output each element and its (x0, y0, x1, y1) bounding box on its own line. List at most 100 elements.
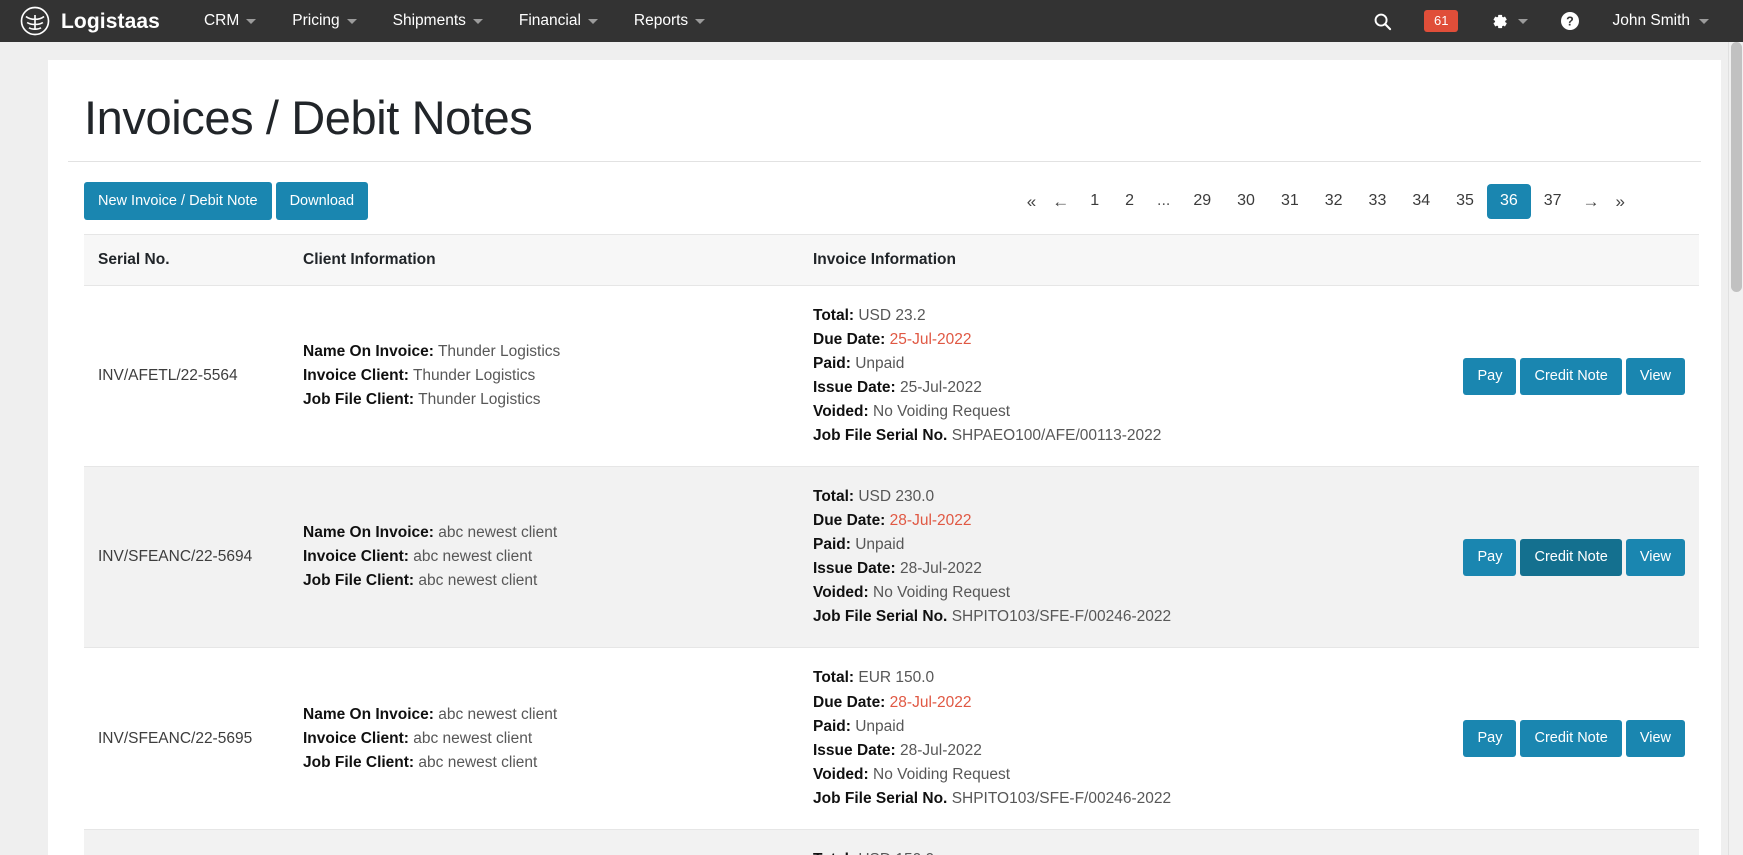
field-paid: Paid: Unpaid (813, 352, 1420, 376)
label-invoice-client: Invoice Client: (303, 367, 409, 385)
chevron-down-icon (346, 18, 357, 24)
label-due-date: Due Date: (813, 693, 886, 711)
notifications-button[interactable]: 61 (1408, 0, 1474, 42)
label-issue-date: Issue Date: (813, 560, 896, 578)
pagination-page-30[interactable]: 30 (1224, 184, 1268, 219)
pagination-page-29[interactable]: 29 (1180, 184, 1224, 219)
value-name-on-invoice: abc newest client (438, 705, 558, 723)
pagination-page-2[interactable]: 2 (1112, 184, 1147, 219)
pagination-page-1[interactable]: 1 (1077, 184, 1112, 219)
field-voided: Voided: No Voiding Request (813, 763, 1420, 787)
pagination-first[interactable]: « (1019, 184, 1044, 220)
value-issue-date: 28-Jul-2022 (900, 560, 982, 578)
field-job-file-client: Job File Client: Thunder Logistics (303, 388, 785, 412)
cell-serial-no: INV/SFEANC/22-5695 (98, 729, 253, 747)
credit-note-button[interactable]: Credit Note (1520, 720, 1622, 757)
field-total: Total: EUR 150.0 (813, 666, 1420, 690)
field-job-file-serial-no: Job File Serial No. SHPAEO100/AFE/00113-… (813, 424, 1420, 448)
value-total: EUR 150.0 (858, 669, 935, 687)
brand-home-link[interactable]: Logistaas (20, 6, 160, 36)
field-name-on-invoice: Name On Invoice: Thunder Logistics (303, 340, 785, 364)
label-voided: Voided: (813, 765, 869, 783)
pagination-page-32[interactable]: 32 (1312, 184, 1356, 219)
new-invoice-button[interactable]: New Invoice / Debit Note (84, 181, 272, 221)
view-button[interactable]: View (1625, 358, 1685, 395)
pagination-page-31[interactable]: 31 (1268, 184, 1312, 219)
value-paid: Unpaid (855, 717, 905, 735)
user-menu-button[interactable]: John Smith (1596, 0, 1725, 42)
chevron-down-icon (246, 18, 257, 24)
cell-actions: Pay Credit Note View (1434, 829, 1699, 855)
nav-label-crm: CRM (203, 12, 240, 29)
invoices-table-container: Serial No. Client Information Invoice In… (68, 220, 1701, 855)
credit-note-button[interactable]: Credit Note (1520, 358, 1622, 395)
label-name-on-invoice: Name On Invoice: (303, 705, 434, 723)
pay-button[interactable]: Pay (1463, 539, 1517, 576)
pagination-page-33[interactable]: 33 (1356, 184, 1400, 219)
label-name-on-invoice: Name On Invoice: (303, 524, 434, 542)
pagination-next[interactable]: → (1575, 184, 1608, 220)
pagination-page-35[interactable]: 35 (1443, 184, 1487, 219)
field-total: Total: USD 150.0 (813, 848, 1420, 855)
field-job-file-serial-no: Job File Serial No. SHPITO103/SFE-F/0024… (813, 605, 1420, 629)
value-due-date: 28-Jul-2022 (889, 512, 972, 530)
label-voided: Voided: (813, 403, 869, 421)
value-name-on-invoice: Thunder Logistics (437, 343, 561, 361)
value-due-date: 28-Jul-2022 (889, 693, 972, 711)
nav-item-pricing[interactable]: Pricing (274, 1, 374, 41)
view-button[interactable]: View (1625, 720, 1685, 757)
pagination-page-34[interactable]: 34 (1399, 184, 1443, 219)
pay-button[interactable]: Pay (1463, 720, 1517, 757)
cell-client-information: Name On Invoice: abc newest client Invoi… (289, 648, 799, 829)
navbar-right-tools: 61 ? John Smith (1357, 0, 1725, 42)
field-due-date: Due Date: 25-Jul-2022 (813, 328, 1420, 352)
field-paid: Paid: Unpaid (813, 533, 1420, 557)
chevron-down-icon (1518, 18, 1529, 24)
nav-item-financial[interactable]: Financial (501, 1, 616, 41)
field-invoice-client: Invoice Client: abc newest client (303, 545, 785, 569)
pagination-prev[interactable]: ← (1044, 184, 1077, 220)
pay-button[interactable]: Pay (1463, 358, 1517, 395)
cell-serial-no: INV/AUCFSN/22- (84, 829, 289, 855)
label-job-file-serial-no: Job File Serial No. (813, 427, 948, 445)
top-navbar: Logistaas CRM Pricing Shipments Financia… (0, 0, 1743, 42)
label-name-on-invoice: Name On Invoice: (303, 343, 434, 361)
help-button[interactable]: ? (1544, 0, 1596, 42)
row-action-group: Pay Credit Note View (1463, 358, 1685, 395)
cell-invoice-information: Total: USD 150.0 Due Date: 28-Jul-2022 P… (799, 829, 1434, 855)
credit-note-button[interactable]: Credit Note (1520, 539, 1622, 576)
question-circle-icon: ? (1560, 11, 1580, 31)
pagination-page-37[interactable]: 37 (1531, 184, 1575, 219)
row-action-group: Pay Credit Note View (1463, 539, 1685, 576)
svg-text:?: ? (1567, 15, 1575, 29)
invoices-table: Serial No. Client Information Invoice In… (84, 234, 1699, 855)
toolbar: New Invoice / Debit Note Download « ← 1 … (68, 162, 1701, 221)
value-invoice-client: abc newest client (413, 548, 533, 566)
download-button[interactable]: Download (275, 181, 369, 221)
pagination: « ← 1 2 ... 29 30 31 32 33 34 35 36 37 →… (1019, 182, 1699, 220)
label-total: Total: (813, 488, 855, 506)
nav-item-reports[interactable]: Reports (616, 1, 723, 41)
label-voided: Voided: (813, 584, 869, 602)
page-scrollbar[interactable] (1728, 42, 1743, 855)
view-button[interactable]: View (1625, 539, 1685, 576)
scrollbar-thumb[interactable] (1731, 42, 1742, 292)
field-due-date: Due Date: 28-Jul-2022 (813, 691, 1420, 715)
nav-item-crm[interactable]: CRM (186, 1, 274, 41)
search-button[interactable] (1357, 0, 1408, 42)
pagination-page-36-current[interactable]: 36 (1486, 184, 1531, 220)
field-name-on-invoice: Name On Invoice: abc newest client (303, 703, 785, 727)
table-body: INV/AFETL/22-5564 Name On Invoice: Thund… (84, 286, 1699, 855)
row-action-group: Pay Credit Note View (1463, 720, 1685, 757)
label-due-date: Due Date: (813, 331, 886, 349)
chevron-down-icon (472, 18, 483, 24)
pagination-gap: ... (1157, 192, 1171, 210)
chevron-down-icon (695, 18, 706, 24)
nav-item-shipments[interactable]: Shipments (375, 1, 501, 41)
value-name-on-invoice: abc newest client (438, 524, 558, 542)
field-voided: Voided: No Voiding Request (813, 400, 1420, 424)
pagination-last[interactable]: » (1608, 184, 1633, 220)
value-job-file-serial-no: SHPITO103/SFE-F/00246-2022 (951, 789, 1172, 807)
label-due-date: Due Date: (813, 512, 886, 530)
settings-menu-button[interactable] (1474, 0, 1544, 42)
